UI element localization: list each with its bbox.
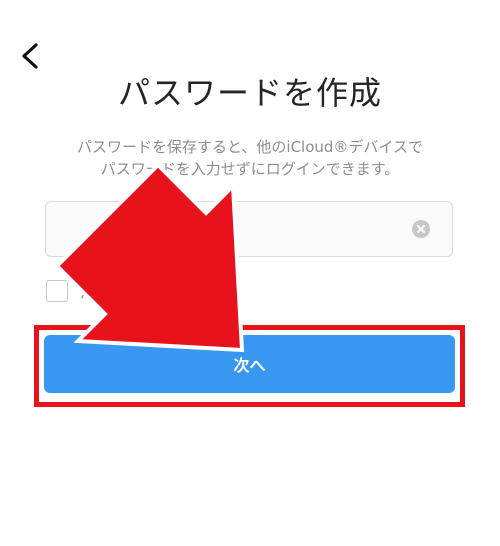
description-line-2: パスワードを入力せずにログインできます。 <box>100 160 400 178</box>
password-input[interactable] <box>46 202 406 256</box>
password-field <box>45 201 453 257</box>
page-title: パスワードを作成 <box>117 74 382 112</box>
save-password-checkbox[interactable] <box>46 280 68 302</box>
annotation-highlight-box <box>34 325 465 407</box>
save-password-label: パスワード <box>80 284 156 302</box>
clear-circle-icon[interactable] <box>412 220 430 238</box>
create-password-screen: パスワードを作成 パスワードを保存すると、他のiCloud®デバイスで パスワー… <box>0 0 500 546</box>
description-line-1: パスワードを保存すると、他のiCloud®デバイスで <box>77 138 423 156</box>
description-text: パスワードを保存すると、他のiCloud®デバイスで パスワードを入力せずにログ… <box>40 136 460 180</box>
